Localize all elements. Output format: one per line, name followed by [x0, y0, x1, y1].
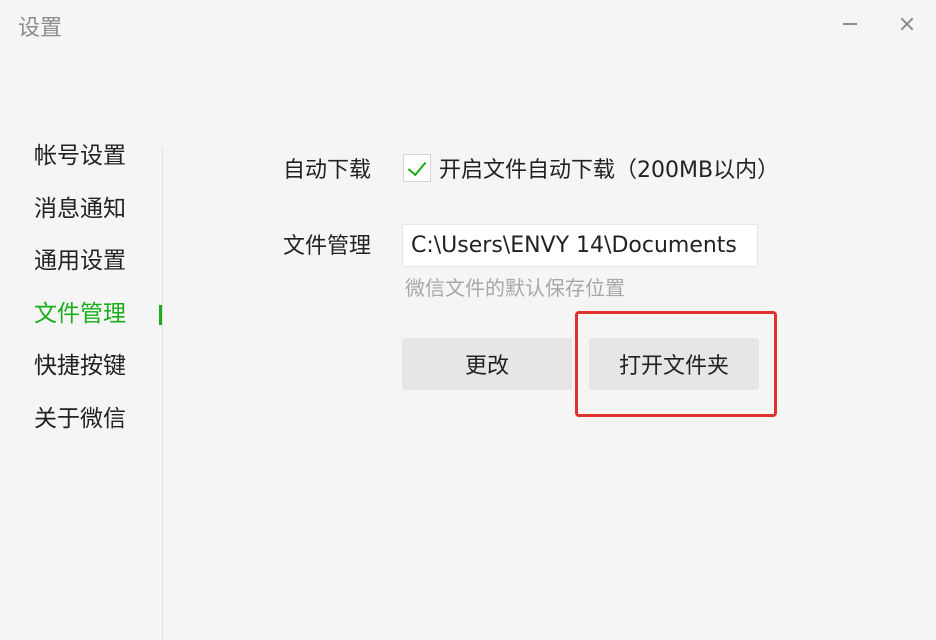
- save-path-hint: 微信文件的默认保存位置: [405, 276, 625, 300]
- change-path-button[interactable]: 更改: [402, 338, 572, 390]
- open-folder-button[interactable]: 打开文件夹: [589, 338, 759, 390]
- settings-sidebar: 帐号设置 消息通知 通用设置 文件管理 快捷按键 关于微信: [0, 130, 163, 446]
- sidebar-item-about[interactable]: 关于微信: [0, 393, 163, 446]
- save-path-field[interactable]: C:\Users\ENVY 14\Documents: [402, 224, 758, 267]
- auto-download-option-label[interactable]: 开启文件自动下载（200MB以内）: [439, 157, 779, 185]
- sidebar-item-file-management[interactable]: 文件管理: [0, 288, 163, 341]
- close-icon: [900, 17, 914, 31]
- auto-download-label: 自动下载: [283, 158, 372, 183]
- sidebar-item-shortcuts[interactable]: 快捷按键: [0, 340, 163, 393]
- auto-download-checkbox[interactable]: [403, 154, 431, 182]
- sidebar-item-account[interactable]: 帐号设置: [0, 130, 163, 183]
- window-title: 设置: [18, 16, 63, 41]
- file-manage-label: 文件管理: [283, 234, 372, 259]
- settings-window: 设置 帐号设置 消息通知 通用设置 文件管理 快捷按键 关于微信 自动下载 开启…: [0, 0, 936, 640]
- minimize-icon: [843, 23, 857, 25]
- minimize-button[interactable]: [836, 10, 864, 38]
- sidebar-divider: [162, 148, 163, 640]
- sidebar-item-general[interactable]: 通用设置: [0, 235, 163, 288]
- checkmark-icon: [407, 156, 427, 176]
- sidebar-item-notifications[interactable]: 消息通知: [0, 183, 163, 236]
- close-button[interactable]: [893, 10, 921, 38]
